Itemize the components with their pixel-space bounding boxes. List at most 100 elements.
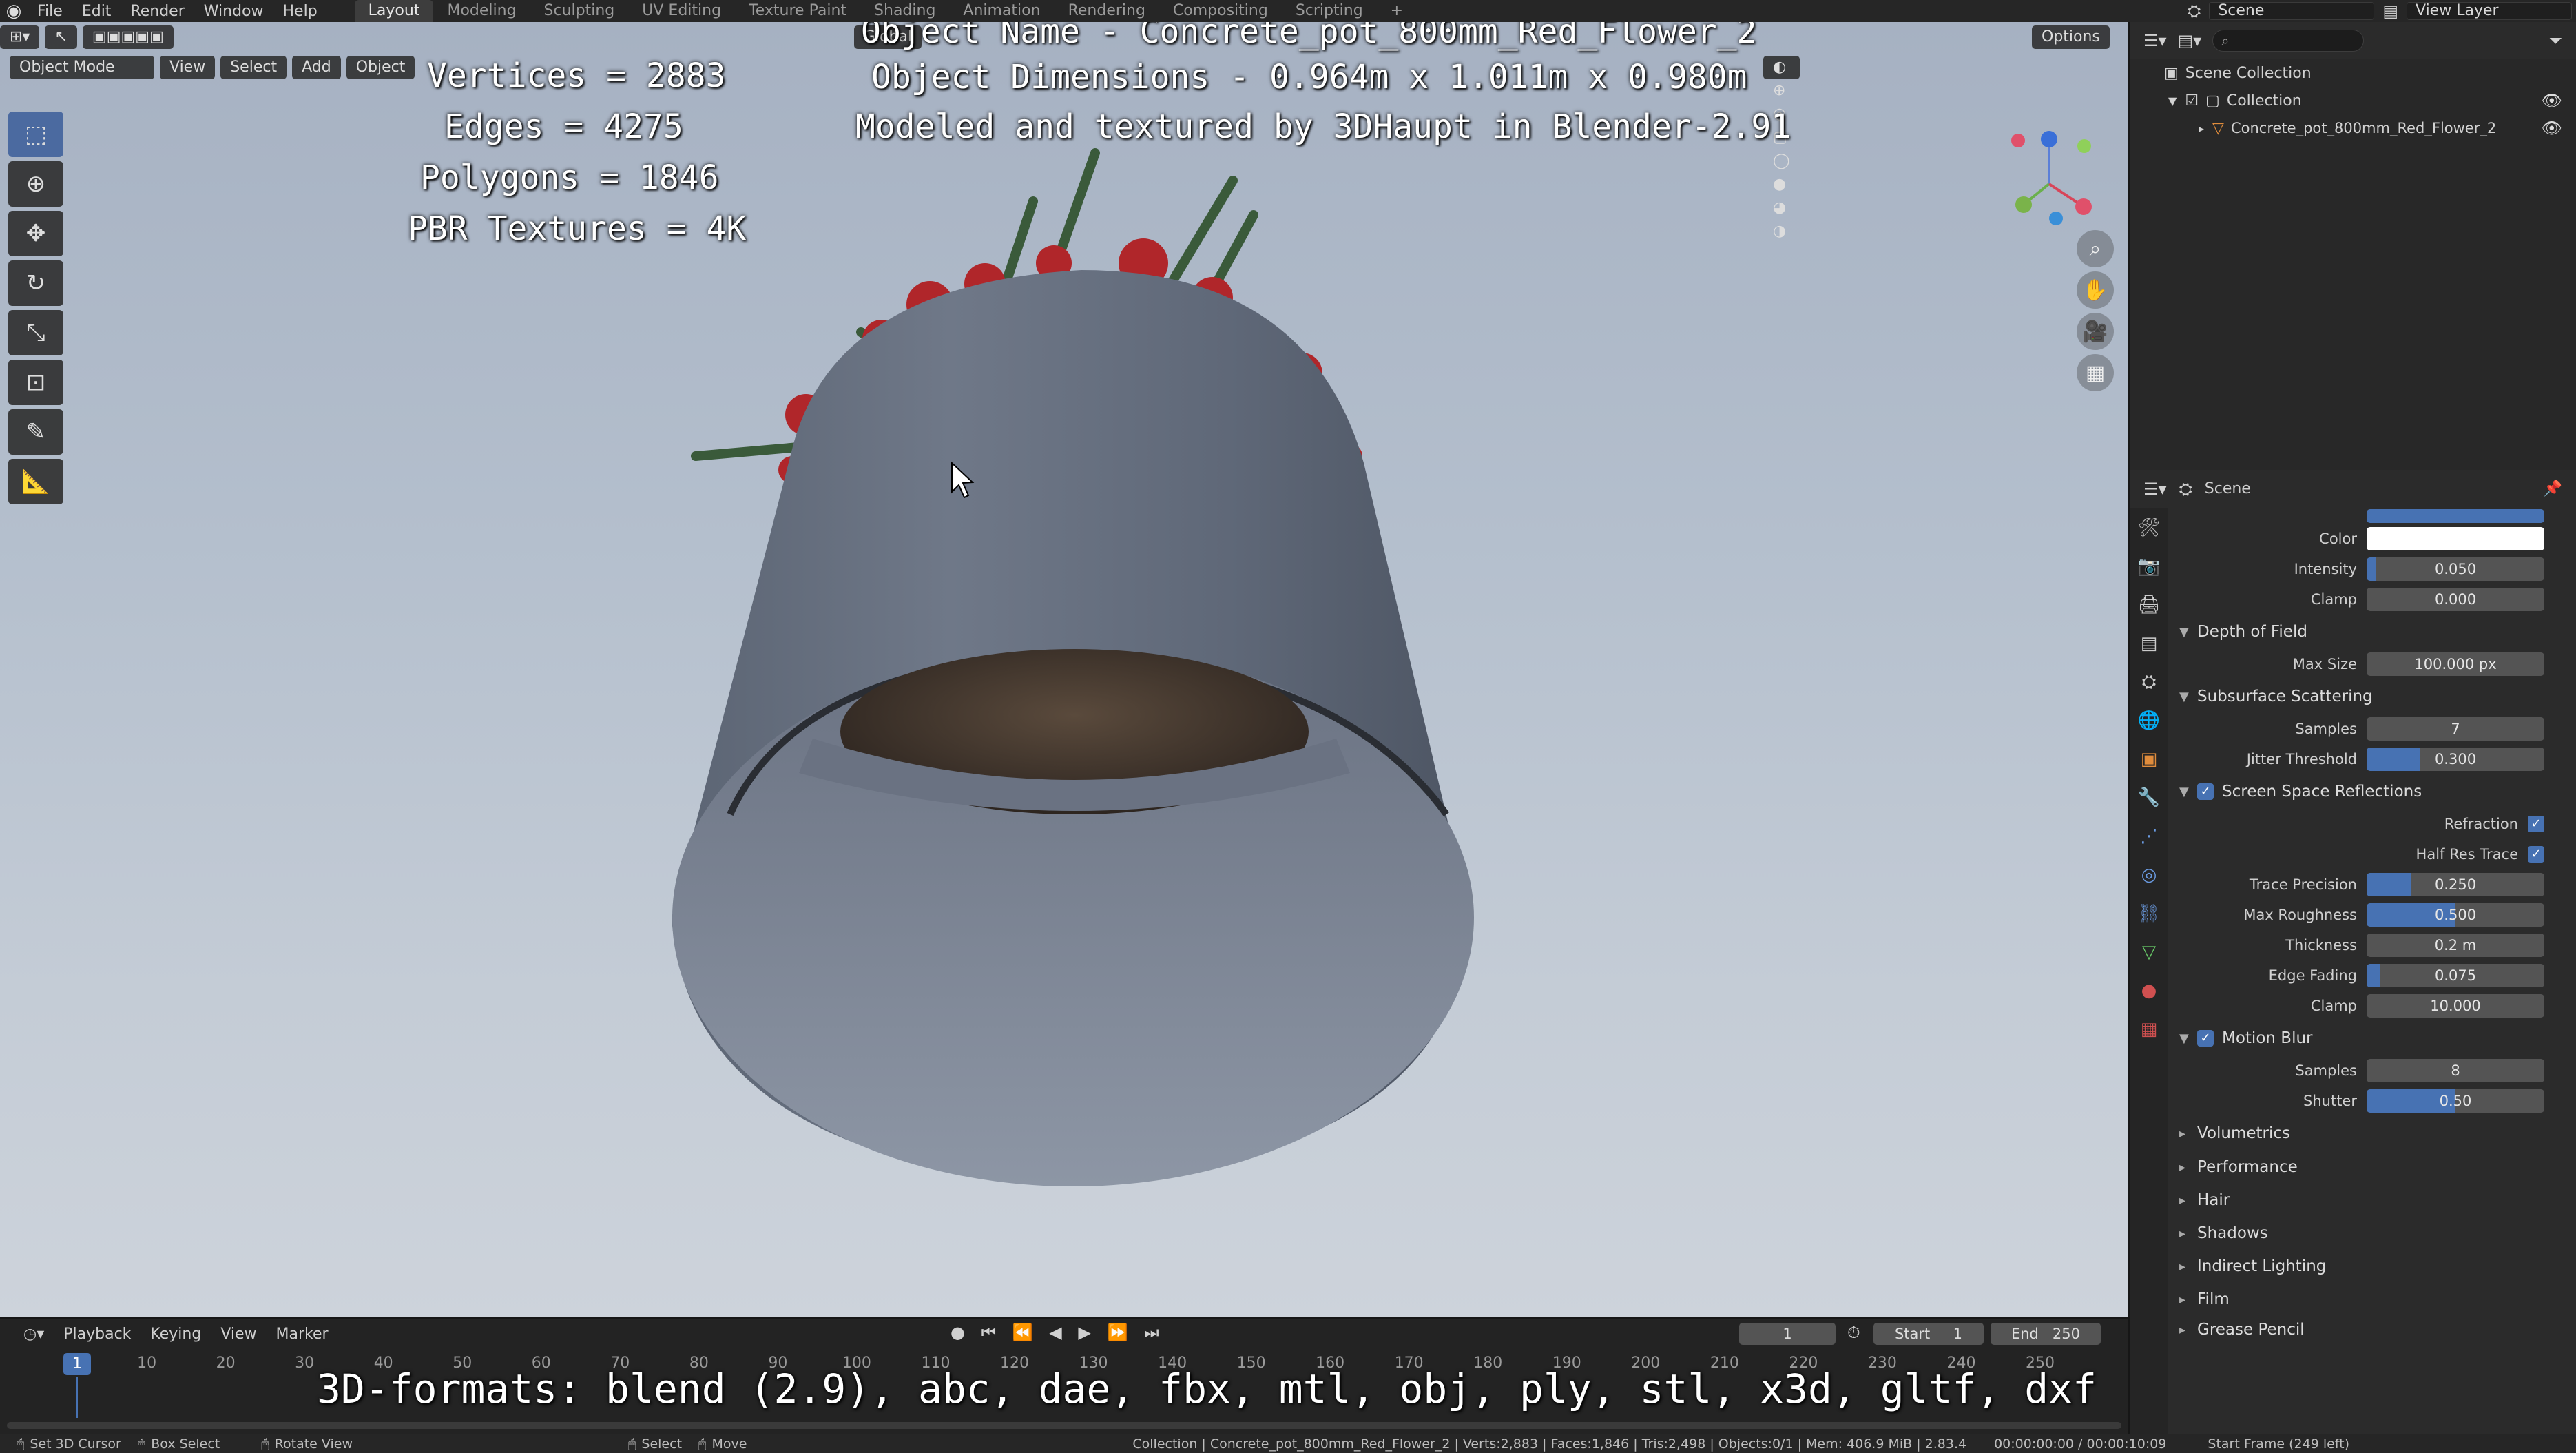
volumetrics-section-header[interactable]: ▸ Volumetrics (2168, 1116, 2576, 1151)
viewport-menu-view[interactable]: View (160, 56, 216, 79)
display-mode-icon[interactable]: ▤▾ (2178, 31, 2202, 50)
tab-uv-editing[interactable]: UV Editing (628, 0, 735, 22)
hair-section-header[interactable]: ▸ Hair (2168, 1184, 2576, 1217)
texture-tab-icon[interactable]: ▦ (2130, 1010, 2168, 1049)
playback-controls-icon[interactable]: ● ⏮ ⏪ ◀ ▶ ⏩ ⏭ (951, 1323, 1165, 1342)
sss-samples-field[interactable]: 7 (2367, 717, 2544, 741)
move-tool-icon[interactable]: ✥ (8, 211, 63, 256)
thickness-field[interactable]: 0.2 m (2367, 934, 2544, 957)
render-tab-icon[interactable]: 📷 (2130, 547, 2168, 586)
ssr-clamp-field[interactable]: 10.000 (2367, 994, 2544, 1018)
timeline-menu-marker[interactable]: Marker (267, 1326, 338, 1343)
timeline-menu-view[interactable]: View (211, 1326, 266, 1343)
clock-icon[interactable]: ⏱ (1847, 1323, 1860, 1342)
rotate-tool-icon[interactable]: ↻ (8, 260, 63, 306)
grease-pencil-section-header[interactable]: ▸ Grease Pencil (2168, 1316, 2576, 1343)
visibility-eye-icon[interactable]: 👁 (2542, 91, 2562, 110)
blender-logo-icon[interactable]: ◉ (0, 0, 28, 22)
viewport-menu-select[interactable]: Select (220, 56, 287, 79)
motion-blur-samples-field[interactable]: 8 (2367, 1059, 2544, 1082)
measure-tool-icon[interactable]: 📐 (8, 459, 63, 504)
scale-tool-icon[interactable]: ⤡ (8, 310, 63, 355)
half-res-trace-checkbox[interactable]: ✓ (2528, 846, 2544, 863)
output-tab-icon[interactable]: 🖨 (2130, 586, 2168, 624)
shading-mode-icons[interactable]: ◐ ⊕ ◎ ▢ ◯ ● ◕ ◑ (1763, 56, 1800, 240)
timeline-scrollbar[interactable] (7, 1422, 2121, 1429)
world-tab-icon[interactable]: 🌐 (2130, 701, 2168, 740)
select-mode-icons[interactable]: ▣▣▣▣▣ (82, 25, 174, 49)
menu-file[interactable]: File (28, 3, 72, 20)
sss-section-header[interactable]: ▼ Subsurface Scattering (2168, 679, 2576, 714)
outliner-editor-icon[interactable]: ☰▾ (2143, 31, 2167, 50)
scene-tab-icon[interactable]: ⛭ (2130, 663, 2168, 701)
data-tab-icon[interactable]: ▽ (2130, 933, 2168, 971)
timeline-menu-keying[interactable]: Keying (141, 1326, 211, 1343)
outliner-search-input[interactable]: ⌕ (2212, 30, 2365, 52)
tab-texture-paint[interactable]: Texture Paint (735, 0, 860, 22)
view-layer-selector[interactable]: View Layer (2407, 2, 2572, 20)
tab-rendering[interactable]: Rendering (1055, 0, 1159, 22)
viewport-menu-object[interactable]: Object (346, 56, 415, 79)
outliner-scene-collection[interactable]: ▣ Scene Collection (2130, 59, 2576, 87)
menu-window[interactable]: Window (194, 3, 273, 20)
zoom-icon[interactable]: ⌕ (2077, 230, 2114, 267)
transform-tool-icon[interactable]: ⊡ (8, 360, 63, 405)
shadows-section-header[interactable]: ▸ Shadows (2168, 1217, 2576, 1250)
options-dropdown[interactable]: Options (2032, 25, 2110, 49)
shutter-slider[interactable]: 0.50 (2367, 1089, 2544, 1113)
physics-tab-icon[interactable]: ◎ (2130, 856, 2168, 894)
visibility-eye-icon[interactable]: 👁 (2542, 118, 2562, 138)
radius-field[interactable] (2367, 509, 2544, 523)
pin-icon[interactable]: 📌 (2544, 480, 2562, 497)
ao-clamp-field[interactable]: 0.000 (2367, 588, 2544, 611)
annotate-tool-icon[interactable]: ✎ (8, 409, 63, 455)
motion-blur-section-header[interactable]: ▼ ✓ Motion Blur (2168, 1021, 2576, 1055)
tool-tab-icon[interactable]: 🛠 (2130, 508, 2168, 547)
outliner-collection[interactable]: ▼ ☑ ▢ Collection 👁 (2130, 87, 2576, 114)
checkbox-icon[interactable]: ☑ (2185, 92, 2199, 110)
current-frame-field[interactable]: 1 (1739, 1323, 1836, 1345)
timeline-editor-icon[interactable]: ◷▾ (14, 1326, 54, 1343)
modifier-tab-icon[interactable]: 🔧 (2130, 779, 2168, 817)
perspective-grid-icon[interactable]: ▦ (2077, 354, 2114, 391)
camera-view-icon[interactable]: 🎥 (2077, 313, 2114, 350)
menu-edit[interactable]: Edit (72, 3, 121, 20)
max-roughness-slider[interactable]: 0.500 (2367, 903, 2544, 927)
tab-animation[interactable]: Animation (949, 0, 1054, 22)
editor-type-icon[interactable]: ⊞▾ (0, 25, 40, 49)
sss-jitter-slider[interactable]: 0.300 (2367, 748, 2544, 771)
trace-precision-slider[interactable]: 0.250 (2367, 873, 2544, 896)
object-tab-icon[interactable]: ▣ (2130, 740, 2168, 779)
ssr-section-header[interactable]: ▼ ✓ Screen Space Reflections (2168, 774, 2576, 809)
end-frame-field[interactable]: End 250 (1991, 1323, 2101, 1345)
viewport-menu-add[interactable]: Add (292, 56, 341, 79)
timeline-menu-playback[interactable]: Playback (54, 1326, 141, 1343)
edge-fading-slider[interactable]: 0.075 (2367, 964, 2544, 987)
refraction-checkbox[interactable]: ✓ (2528, 816, 2544, 832)
start-frame-field[interactable]: Start 1 (1873, 1323, 1984, 1345)
scene-selector[interactable]: Scene (2209, 2, 2375, 20)
3d-viewport[interactable]: ⊞▾ ↖ ▣▣▣▣▣ Global Options Object Mode Vi… (0, 22, 2128, 1317)
menu-help[interactable]: Help (273, 3, 327, 20)
outliner-object-row[interactable]: ▸ ▽ Concrete_pot_800mm_Red_Flower_2 👁 (2130, 114, 2576, 142)
tab-modeling[interactable]: Modeling (433, 0, 530, 22)
performance-section-header[interactable]: ▸ Performance (2168, 1151, 2576, 1184)
pan-hand-icon[interactable]: ✋ (2077, 271, 2114, 309)
tab-compositing[interactable]: Compositing (1159, 0, 1282, 22)
add-workspace-icon[interactable]: + (1377, 0, 1417, 22)
tab-sculpting[interactable]: Sculpting (530, 0, 629, 22)
motion-blur-checkbox[interactable]: ✓ (2197, 1030, 2214, 1047)
ao-color-swatch[interactable] (2367, 527, 2544, 550)
material-tab-icon[interactable]: ● (2130, 971, 2168, 1010)
filter-icon[interactable]: ⏷ (2549, 31, 2562, 50)
navigation-gizmo[interactable] (1997, 125, 2101, 236)
select-box-tool-icon[interactable]: ⬚ (8, 112, 63, 157)
properties-editor-icon[interactable]: ☰▾ (2143, 480, 2167, 499)
playhead[interactable]: 1 (63, 1353, 91, 1375)
ao-intensity-slider[interactable]: 0.050 (2367, 557, 2544, 581)
film-section-header[interactable]: ▸ Film (2168, 1283, 2576, 1316)
view-layer-tab-icon[interactable]: ▤ (2130, 624, 2168, 663)
particles-tab-icon[interactable]: ⋰ (2130, 817, 2168, 856)
tab-scripting[interactable]: Scripting (1282, 0, 1377, 22)
dof-section-header[interactable]: ▼ Depth of Field (2168, 615, 2576, 649)
